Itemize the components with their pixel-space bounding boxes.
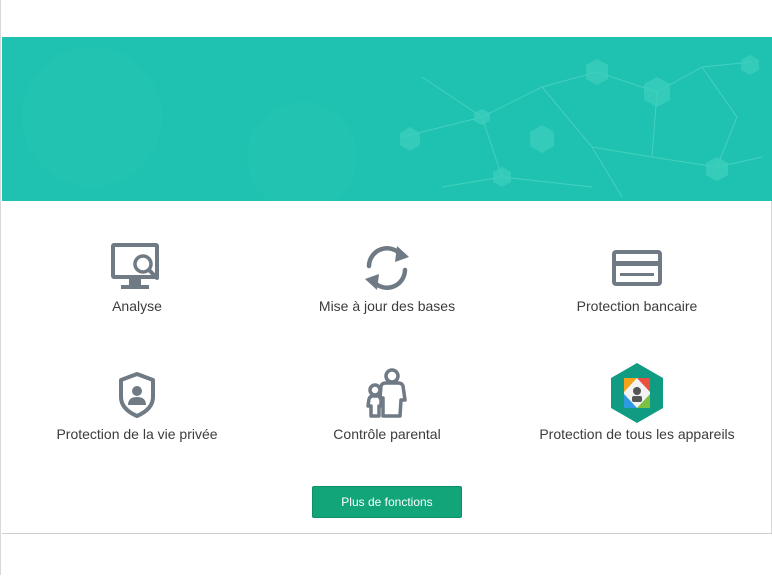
footer-area [2, 533, 772, 576]
header-banner [2, 37, 772, 201]
feature-safe-money-label: Protection bancaire [576, 298, 698, 314]
feature-privacy-protection-label: Protection de la vie privée [56, 426, 218, 442]
more-features-button[interactable]: Plus de fonctions [312, 486, 462, 518]
feature-scan-label: Analyse [112, 298, 162, 314]
feature-parental-control-label: Contrôle parental [333, 426, 441, 442]
refresh-icon [287, 242, 487, 294]
app-window: Analyse Mise à jour des bases Protection… [0, 0, 772, 576]
all-devices-icon [537, 362, 737, 424]
monitor-search-icon [37, 243, 237, 293]
feature-all-devices-label: Protection de tous les appareils [539, 426, 735, 442]
title-bar [1, 0, 772, 37]
shield-user-icon [37, 371, 237, 419]
banner-network-pattern [22, 47, 763, 201]
credit-card-icon [537, 250, 737, 286]
family-icon [287, 368, 487, 420]
feature-database-update-label: Mise à jour des bases [318, 298, 456, 314]
